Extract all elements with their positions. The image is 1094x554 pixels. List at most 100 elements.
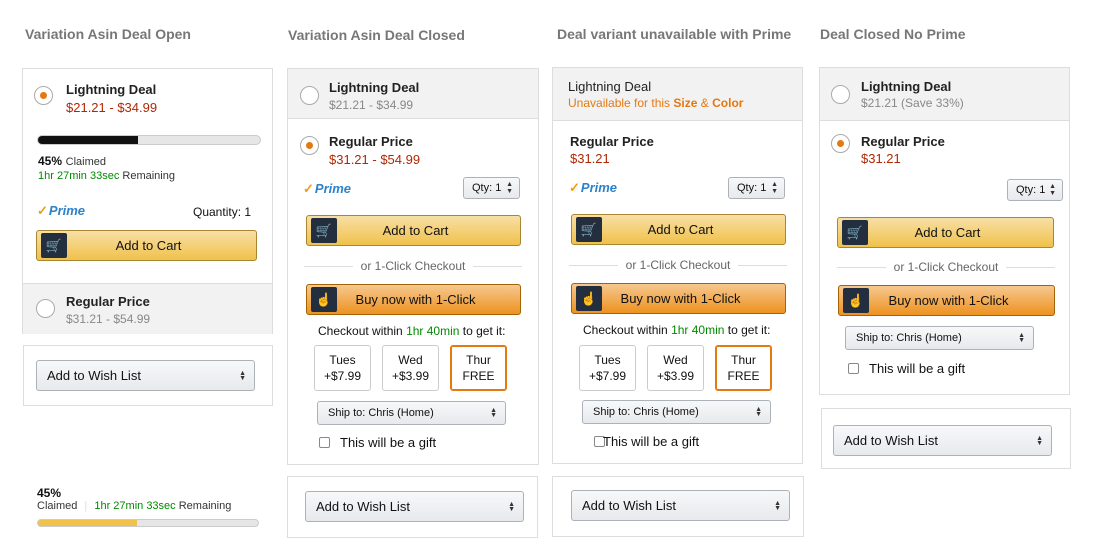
- time-remaining: 1hr 27min 33sec: [38, 170, 120, 182]
- ship-to-label: Ship to: Chris (Home): [328, 407, 434, 419]
- deal-section: Lightning Deal $21.21 - $34.99 45% Claim…: [23, 69, 272, 283]
- wishlist-label: Add to Wish List: [582, 498, 676, 513]
- delivery-day-thur[interactable]: Thur FREE: [450, 345, 507, 391]
- add-to-cart-button[interactable]: 🛒 Add to Cart: [36, 230, 257, 261]
- gift-checkbox[interactable]: [848, 363, 859, 374]
- gift-checkbox[interactable]: [319, 437, 330, 448]
- buy-now-button[interactable]: ☝ Buy now with 1-Click: [571, 283, 786, 314]
- day-price: +$7.99: [323, 369, 362, 383]
- gift-checkbox-row[interactable]: This will be a gift: [594, 434, 700, 449]
- buy-now-button[interactable]: ☝ Buy now with 1-Click: [838, 285, 1055, 316]
- hand-pointer-icon: ☝: [843, 288, 869, 313]
- deal-section: Lightning Deal $21.21 (Save 33%): [820, 68, 1069, 121]
- remaining-text: Remaining: [122, 170, 175, 182]
- checkout-time: 1hr 40min: [406, 324, 460, 338]
- delivery-day-options: Tues +$7.99 Wed +$3.99 Thur FREE: [579, 345, 772, 391]
- day-name: Wed: [398, 353, 423, 367]
- gift-checkbox-row[interactable]: This will be a gift: [319, 435, 436, 450]
- add-to-cart-button[interactable]: 🛒 Add to Cart: [571, 214, 786, 245]
- updown-arrows-icon: ▲ ▼: [1018, 332, 1025, 344]
- mini-claimed-percent: 45%: [37, 486, 62, 500]
- deal-label: Lightning Deal: [861, 79, 952, 94]
- prime-badge: ✓Prime: [303, 181, 351, 197]
- deal-radio[interactable]: [34, 86, 53, 105]
- day-price: +$7.99: [588, 369, 627, 383]
- deal-progress-bar: [37, 135, 261, 145]
- ship-to-dropdown[interactable]: Ship to: Chris (Home) ▲ ▼: [845, 326, 1034, 350]
- color-link[interactable]: Color: [712, 96, 743, 110]
- qty-label: Qty: 1: [737, 182, 767, 194]
- prime-label: Prime: [580, 180, 618, 195]
- checkout-time: 1hr 40min: [671, 323, 725, 337]
- qty-dropdown[interactable]: Qty: 1 ▲ ▼: [728, 177, 785, 199]
- deal-radio[interactable]: [300, 86, 319, 105]
- deal-price: $21.21 (Save 33%): [861, 96, 964, 110]
- deal-label: Lightning Deal: [329, 80, 420, 95]
- size-link[interactable]: Size: [673, 96, 697, 110]
- regular-price-label: Regular Price: [329, 134, 413, 149]
- buy-now-label: Buy now with 1-Click: [355, 292, 476, 307]
- deal-price: $21.21 - $34.99: [66, 100, 158, 115]
- wishlist-label: Add to Wish List: [844, 433, 938, 448]
- add-to-cart-button[interactable]: 🛒 Add to Cart: [306, 215, 521, 246]
- add-to-cart-button[interactable]: 🛒 Add to Cart: [837, 217, 1054, 248]
- deal-label: Lightning Deal: [568, 79, 652, 94]
- deal-price: $21.21 - $34.99: [329, 98, 414, 112]
- add-to-wishlist-dropdown[interactable]: Add to Wish List ▲ ▼: [833, 425, 1052, 456]
- buybox-deal-closed: Lightning Deal $21.21 - $34.99 Regular P…: [287, 68, 539, 465]
- delivery-day-wed[interactable]: Wed +$3.99: [647, 345, 704, 391]
- regular-price-label: Regular Price: [861, 134, 945, 149]
- cart-icon: 🛒: [41, 233, 67, 258]
- add-to-wishlist-dropdown[interactable]: Add to Wish List ▲ ▼: [571, 490, 790, 521]
- updown-arrows-icon: ▲ ▼: [771, 181, 778, 195]
- checkout-prefix: Checkout within: [583, 323, 668, 337]
- add-to-cart-label: Add to Cart: [115, 238, 182, 253]
- delivery-day-tues[interactable]: Tues +$7.99: [579, 345, 636, 391]
- qty-dropdown[interactable]: Qty: 1 ▲ ▼: [1007, 179, 1063, 201]
- hand-pointer-icon: ☝: [311, 287, 337, 312]
- checkout-within: Checkout within 1hr 40min to get it:: [583, 323, 770, 337]
- regular-price-value: $31.21 - $54.99: [66, 312, 151, 326]
- cart-icon: 🛒: [311, 218, 337, 243]
- wishlist-box: Add to Wish List ▲ ▼: [552, 476, 804, 537]
- regular-price-radio[interactable]: [300, 136, 319, 155]
- cart-icon: 🛒: [842, 220, 868, 245]
- add-to-wishlist-dropdown[interactable]: Add to Wish List ▲ ▼: [305, 491, 524, 522]
- delivery-day-options: Tues +$7.99 Wed +$3.99 Thur FREE: [314, 345, 507, 391]
- buy-now-button[interactable]: ☝ Buy now with 1-Click: [306, 284, 521, 315]
- gift-checkbox-row[interactable]: This will be a gift: [848, 361, 965, 376]
- add-to-cart-label: Add to Cart: [914, 225, 981, 240]
- mini-divider: |: [84, 500, 88, 512]
- regular-price-radio[interactable]: [36, 299, 55, 318]
- amp-text: &: [700, 96, 709, 110]
- gift-label: This will be a gift: [340, 435, 437, 450]
- day-name: Thur: [466, 353, 491, 367]
- updown-arrows-icon: ▲ ▼: [239, 369, 246, 382]
- ship-to-dropdown[interactable]: Ship to: Chris (Home) ▲ ▼: [582, 400, 771, 424]
- delivery-day-wed[interactable]: Wed +$3.99: [382, 345, 439, 391]
- day-price: FREE: [727, 369, 760, 383]
- qty-dropdown[interactable]: Qty: 1 ▲ ▼: [463, 177, 520, 199]
- ship-to-dropdown[interactable]: Ship to: Chris (Home) ▲ ▼: [317, 401, 506, 425]
- regular-price-radio[interactable]: [831, 134, 850, 153]
- deal-label: Lightning Deal: [66, 82, 157, 97]
- wishlist-box: Add to Wish List ▲ ▼: [287, 476, 538, 538]
- delivery-day-thur[interactable]: Thur FREE: [715, 345, 772, 391]
- day-name: Tues: [329, 353, 356, 367]
- add-to-wishlist-dropdown[interactable]: Add to Wish List ▲ ▼: [36, 360, 255, 391]
- day-name: Wed: [663, 353, 688, 367]
- updown-arrows-icon: ▲ ▼: [490, 407, 497, 419]
- deal-radio[interactable]: [831, 85, 850, 104]
- buy-now-label: Buy now with 1-Click: [888, 293, 1009, 308]
- mini-time-remaining: 1hr 27min 33sec: [94, 500, 176, 512]
- day-price: FREE: [462, 369, 495, 383]
- delivery-day-tues[interactable]: Tues +$7.99: [314, 345, 371, 391]
- day-name: Thur: [731, 353, 756, 367]
- wishlist-label: Add to Wish List: [47, 368, 141, 383]
- prime-label: Prime: [48, 203, 86, 218]
- one-click-divider-text: or 1-Click Checkout: [625, 258, 731, 272]
- gift-label: This will be a gift: [603, 434, 700, 449]
- regular-price-label: Regular Price: [570, 134, 654, 149]
- hand-pointer-icon: ☝: [576, 286, 602, 311]
- checkout-within: Checkout within 1hr 40min to get it:: [318, 324, 505, 338]
